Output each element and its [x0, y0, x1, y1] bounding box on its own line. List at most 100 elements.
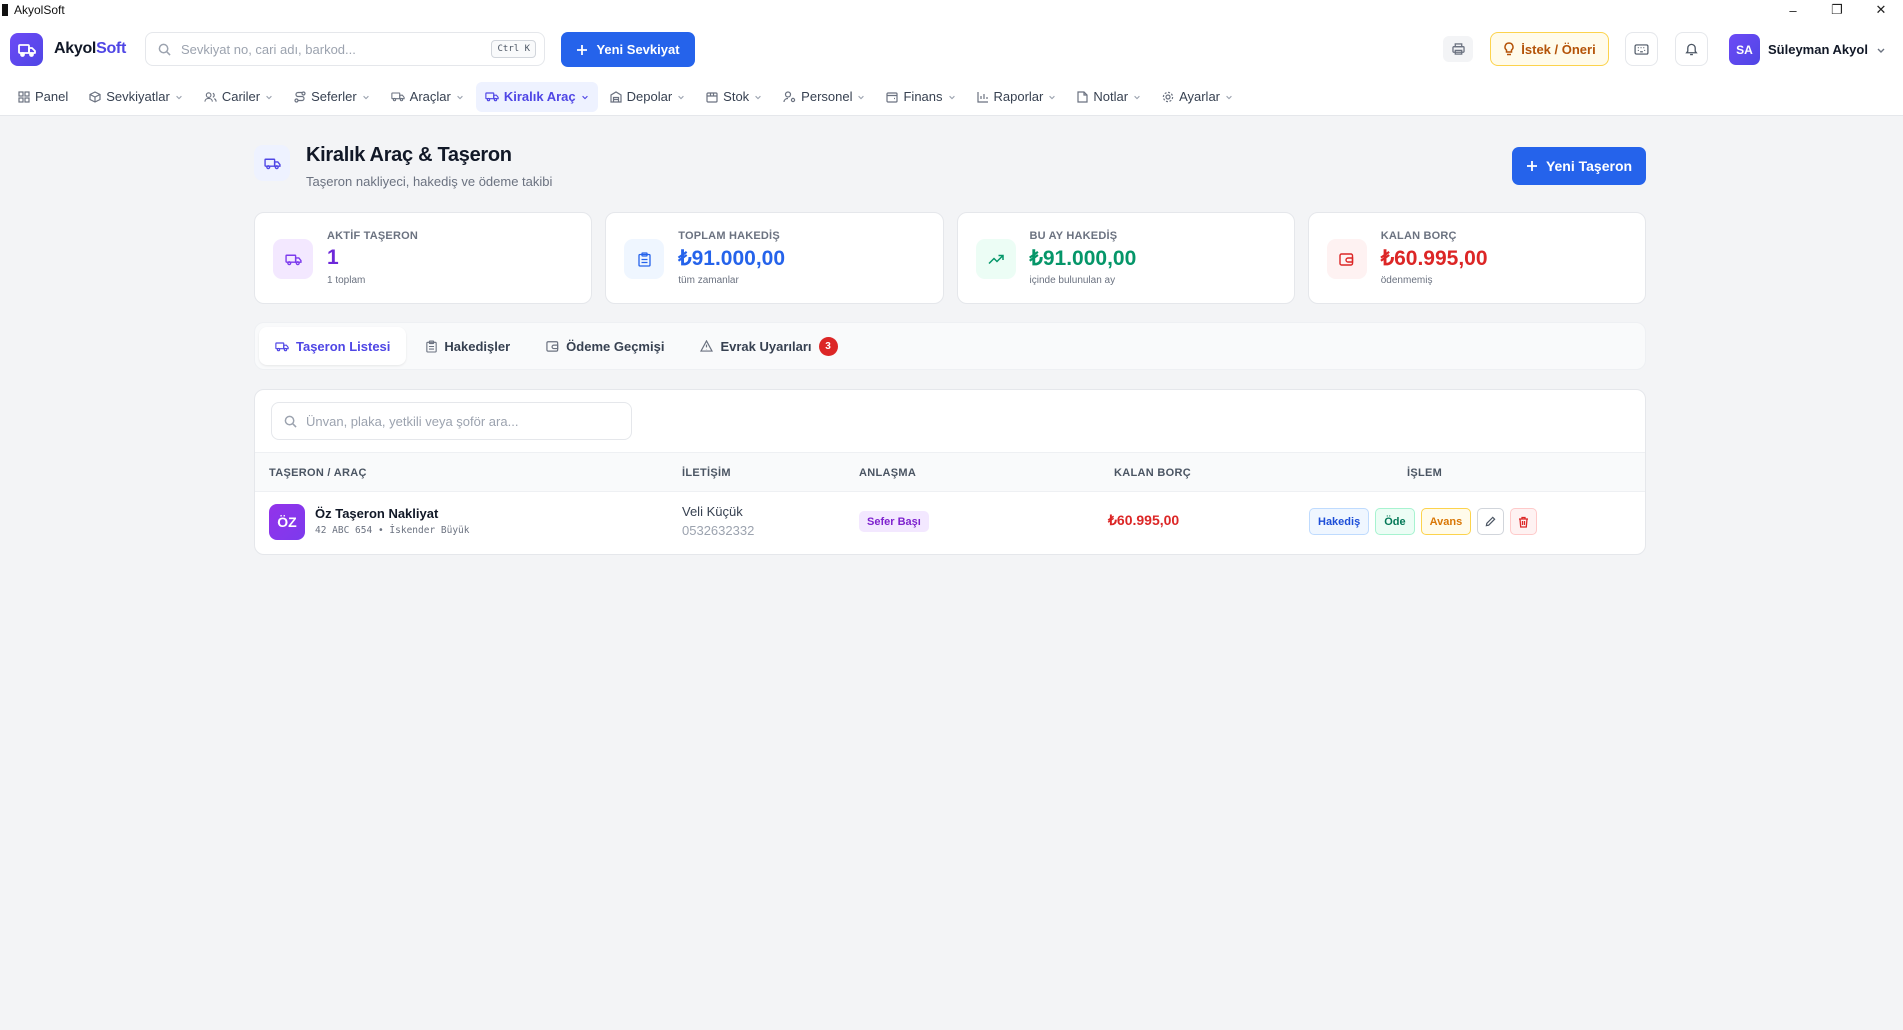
driver-name: İskender Büyük [389, 525, 470, 536]
tab-label: Ödeme Geçmişi [566, 338, 665, 354]
column-header: ANLAŞMA [859, 467, 917, 479]
chevron-down-icon [857, 93, 865, 101]
nav-item-sevkiyatlar[interactable]: Sevkiyatlar [80, 82, 192, 112]
search-shortcut-hint: Ctrl K [491, 40, 536, 58]
nav-item-depolar[interactable]: Depolar [601, 82, 695, 112]
column-header: İLETİŞİM [682, 467, 731, 479]
nav-item-panel[interactable]: Panel [9, 82, 77, 112]
suggestion-button[interactable]: İstek / Öneri [1490, 32, 1609, 66]
suggestion-label: İstek / Öneri [1521, 41, 1596, 57]
nav-label: Ayarlar [1179, 89, 1221, 104]
contact-phone: 0532632332 [682, 523, 755, 538]
delete-button[interactable] [1510, 508, 1538, 535]
nav-item-ayarlar[interactable]: Ayarlar [1153, 82, 1242, 112]
pencil-icon [1485, 516, 1496, 527]
nav-label: Raporlar [993, 89, 1044, 104]
nav-item-seferler[interactable]: Seferler [285, 82, 379, 112]
stat-value: ₺60.995,00 [1380, 247, 1488, 270]
nav-item-cariler[interactable]: Cariler [195, 82, 282, 112]
logo-text-main: Akyol [54, 40, 97, 57]
remaining-debt: ₺60.995,00 [1108, 512, 1180, 528]
nav-label: Notlar [1093, 89, 1129, 104]
row-actions: Hakediş Öde Avans [1309, 508, 1538, 535]
chevron-down-icon [1133, 93, 1141, 101]
table-row[interactable]: ÖZ Öz Taşeron Nakliyat 42 ABC 654 • İske… [255, 492, 1645, 554]
nav-label: Stok [723, 89, 750, 104]
global-search-input[interactable]: Sevkiyat no, cari adı, barkod... Ctrl K [145, 32, 545, 66]
table-search-placeholder: Ünvan, plaka, yetkili veya şoför ara... [306, 413, 519, 429]
nav-item-finans[interactable]: Finans [877, 82, 964, 112]
notifications-button[interactable] [1675, 32, 1708, 66]
warnings-count-badge: 3 [818, 336, 838, 356]
new-shipment-button[interactable]: Yeni Sevkiyat [561, 32, 695, 67]
nav-label: Cariler [221, 89, 261, 104]
truck-icon [275, 341, 289, 352]
pay-button[interactable]: Öde [1375, 508, 1415, 535]
chevron-down-icon [948, 93, 956, 101]
clipboard-icon [426, 339, 438, 353]
search-icon [158, 43, 171, 56]
tab-subcontractor-list[interactable]: Taşeron Listesi [259, 327, 407, 365]
lightbulb-icon [1503, 42, 1515, 56]
truck-icon [273, 239, 313, 279]
nav-label: Panel [35, 89, 69, 104]
chevron-down-icon [1048, 93, 1056, 101]
new-shipment-label: Yeni Sevkiyat [596, 42, 680, 57]
nav-item-personel[interactable]: Personel [774, 82, 874, 112]
stat-card-total: TOPLAM HAKEDİŞ ₺91.000,00 tüm zamanlar [605, 212, 944, 304]
keyboard-icon [1634, 43, 1649, 55]
chevron-down-icon [456, 93, 464, 101]
user-menu[interactable]: SA Süleyman Akyol [1729, 34, 1886, 65]
truck-icon [485, 91, 499, 102]
chevron-down-icon [1225, 93, 1233, 101]
window-title: AkyolSoft [14, 3, 65, 17]
app-icon [2, 4, 8, 16]
nav-item-araclar[interactable]: Araçlar [382, 82, 473, 112]
section-tabs: Taşeron Listesi Hakedişler Ödeme Geçmişi… [254, 322, 1646, 370]
nav-label: Sevkiyatlar [106, 89, 170, 104]
advance-button[interactable]: Avans [1420, 508, 1472, 535]
nav-item-kiralik-arac[interactable]: Kiralık Araç [475, 81, 598, 112]
agreement-badge: Sefer Başı [859, 511, 929, 532]
warning-icon [700, 340, 714, 352]
vehicle-plate: 42 ABC 654 [315, 525, 373, 536]
keyboard-shortcuts-button[interactable] [1625, 32, 1658, 66]
search-placeholder: Sevkiyat no, cari adı, barkod... [181, 41, 356, 57]
logo-text[interactable]: AkyolSoft [54, 40, 126, 58]
maximize-button[interactable]: ❐ [1815, 0, 1859, 20]
route-icon [294, 90, 306, 103]
nav-item-raporlar[interactable]: Raporlar [968, 82, 1066, 112]
printer-icon [1451, 43, 1465, 55]
printer-button[interactable] [1443, 36, 1473, 62]
edit-button[interactable] [1477, 508, 1505, 535]
nav-item-stok[interactable]: Stok [697, 82, 771, 112]
tab-payment-history[interactable]: Ödeme Geçmişi [530, 327, 680, 365]
logo-icon[interactable] [10, 33, 43, 66]
table-search-input[interactable]: Ünvan, plaka, yetkili veya şoför ara... [271, 402, 632, 440]
nav-item-notlar[interactable]: Notlar [1068, 82, 1150, 112]
top-header: AkyolSoft Sevkiyat no, cari adı, barkod.… [0, 20, 1903, 78]
nav-label: Finans [903, 89, 943, 104]
contact-name: Veli Küçük [682, 504, 743, 519]
bar-chart-icon [976, 91, 989, 103]
trash-icon [1518, 516, 1529, 528]
wallet-icon [886, 91, 899, 103]
stat-label: BU AY HAKEDİŞ [1029, 230, 1118, 242]
page-subtitle: Taşeron nakliyeci, hakediş ve ödeme taki… [306, 174, 553, 189]
close-button[interactable]: ✕ [1859, 0, 1903, 20]
nav-label: Kiralık Araç [503, 89, 576, 104]
bell-icon [1685, 42, 1698, 56]
nav-label: Personel [801, 89, 853, 104]
stat-note: tüm zamanlar [678, 275, 739, 286]
nav-label: Depolar [626, 89, 673, 104]
hakedis-button[interactable]: Hakediş [1309, 508, 1370, 535]
tab-document-warnings[interactable]: Evrak Uyarıları 3 [684, 327, 853, 365]
column-header: İŞLEM [1407, 467, 1443, 479]
tab-progress-payments[interactable]: Hakedişler [410, 327, 526, 365]
new-subcontractor-button[interactable]: Yeni Taşeron [1512, 147, 1646, 185]
minimize-button[interactable]: – [1771, 0, 1815, 20]
grid-icon [18, 90, 30, 103]
stat-label: TOPLAM HAKEDİŞ [678, 230, 780, 242]
chevron-down-icon [265, 93, 273, 101]
tab-label: Evrak Uyarıları [720, 338, 812, 354]
